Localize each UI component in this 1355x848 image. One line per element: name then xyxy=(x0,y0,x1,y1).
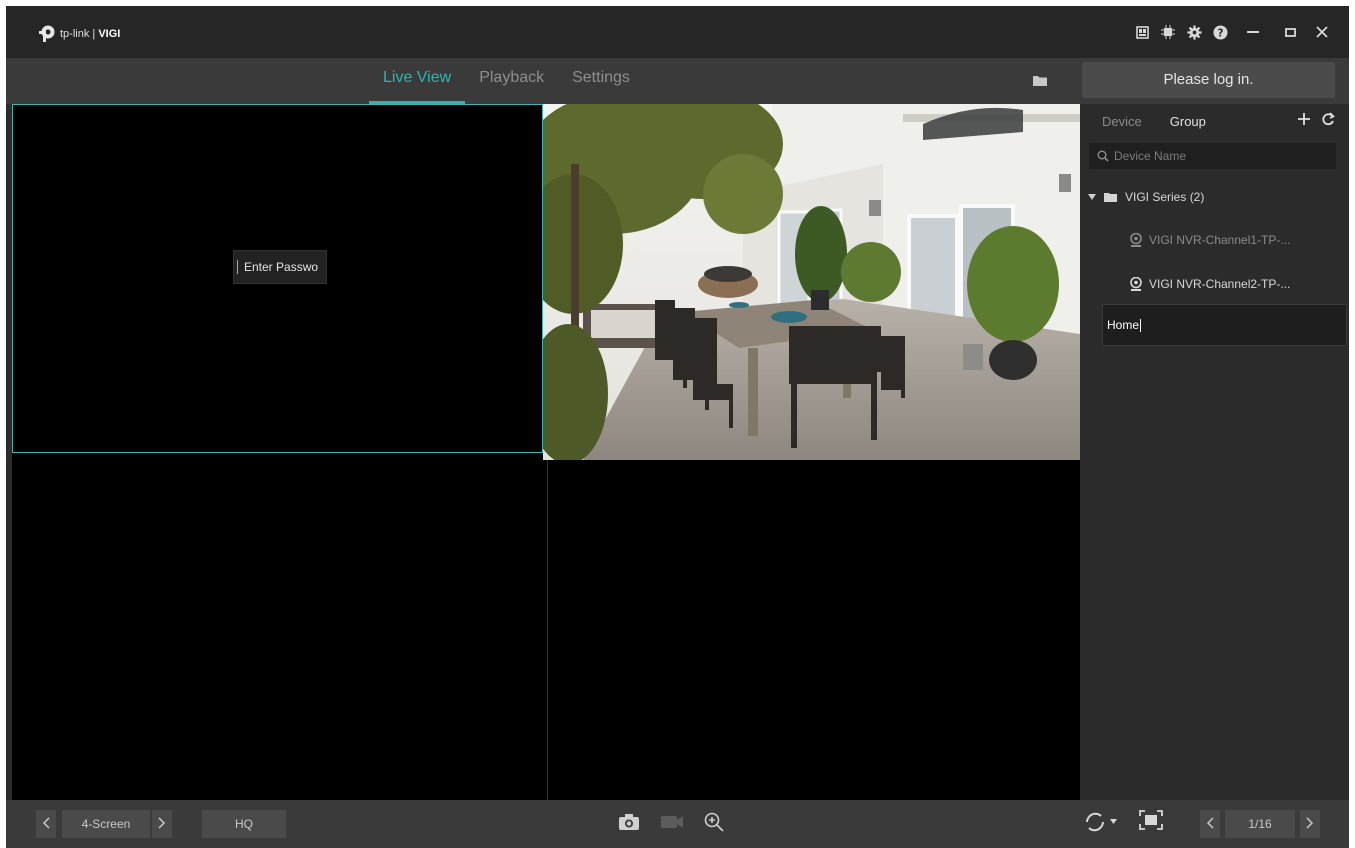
tab-settings[interactable]: Settings xyxy=(558,58,644,104)
caret-down-icon[interactable] xyxy=(1110,819,1117,824)
channel-label: VIGI NVR-Channel2-TP-... xyxy=(1149,277,1291,291)
main-tabs: Live View Playback Settings xyxy=(369,58,644,104)
folder-icon[interactable] xyxy=(1033,74,1047,89)
zoom-icon[interactable] xyxy=(704,812,724,835)
camera-feed-image xyxy=(543,104,1080,460)
device-panel: Device Group VIGI Series (2) VIGI NVR-Ch… xyxy=(1080,104,1349,800)
group-label: VIGI Series (2) xyxy=(1125,190,1205,204)
login-button[interactable]: Please log in. xyxy=(1082,62,1335,98)
svg-text:?: ? xyxy=(1217,27,1223,39)
device-search xyxy=(1089,143,1336,169)
camera-icon xyxy=(1130,233,1142,247)
main-nav-bar: Live View Playback Settings Please log i… xyxy=(6,58,1349,104)
password-prompt[interactable]: Enter Passwo xyxy=(233,250,327,284)
window-controls: ? xyxy=(1129,20,1337,44)
minimize-icon[interactable] xyxy=(1233,20,1273,44)
page-indicator: 1/16 xyxy=(1225,810,1295,838)
chevron-right-icon xyxy=(158,817,166,829)
tab-group[interactable]: Group xyxy=(1170,114,1206,129)
device-search-input[interactable] xyxy=(1114,149,1334,163)
plus-icon[interactable] xyxy=(1297,110,1311,131)
snapshot-icon[interactable] xyxy=(618,813,640,834)
record-icon[interactable] xyxy=(660,814,684,833)
bottom-toolbar: 4-Screen HQ 1/16 xyxy=(6,800,1349,848)
tree-group-vigi-series[interactable]: VIGI Series (2) xyxy=(1088,190,1204,204)
group-name-input[interactable]: Home xyxy=(1102,304,1347,346)
layout-icon[interactable] xyxy=(1129,20,1155,44)
title-bar: tp-link | VIGI ? xyxy=(6,6,1349,58)
tree-item-channel-1[interactable]: VIGI NVR-Channel1-TP-... xyxy=(1130,233,1290,247)
video-pane-2[interactable] xyxy=(543,104,1080,460)
app-logo: tp-link | VIGI xyxy=(36,24,120,44)
next-page-button[interactable] xyxy=(1300,810,1320,838)
panel-actions xyxy=(1297,110,1335,131)
video-pane-3[interactable] xyxy=(12,460,547,800)
chevron-left-icon xyxy=(1206,817,1214,829)
tab-live-view[interactable]: Live View xyxy=(369,58,466,104)
close-icon[interactable] xyxy=(1307,20,1337,44)
previous-page-button[interactable] xyxy=(1200,810,1220,838)
view-tools xyxy=(1084,810,1163,833)
tree-item-channel-2[interactable]: VIGI NVR-Channel2-TP-... xyxy=(1130,277,1290,291)
video-pane-1[interactable]: Enter Passwo xyxy=(12,104,543,453)
video-pane-4[interactable] xyxy=(548,460,1080,800)
app-brand: tp-link | VIGI xyxy=(60,28,121,40)
live-view-grid: Enter Passwo xyxy=(12,104,1080,800)
caret-down-icon[interactable] xyxy=(1088,194,1096,200)
fullscreen-icon[interactable] xyxy=(1139,810,1163,833)
help-icon[interactable]: ? xyxy=(1207,20,1233,44)
cycle-icon[interactable] xyxy=(1084,811,1117,833)
maximize-icon[interactable] xyxy=(1273,20,1307,44)
tp-link-logo-icon xyxy=(39,25,55,42)
folder-icon xyxy=(1104,193,1117,202)
search-icon xyxy=(1097,150,1109,162)
chevron-left-icon xyxy=(42,817,50,829)
cpu-icon[interactable] xyxy=(1155,20,1181,44)
panel-tabs: Device Group xyxy=(1102,114,1206,129)
vigi-app-window: tp-link | VIGI ? Live View Playback Sett… xyxy=(6,6,1349,848)
layout-label[interactable]: 4-Screen xyxy=(62,810,150,838)
quality-button[interactable]: HQ xyxy=(202,810,286,838)
gear-icon[interactable] xyxy=(1181,20,1207,44)
next-layout-button[interactable] xyxy=(152,810,172,838)
capture-tools xyxy=(618,812,724,835)
tab-device[interactable]: Device xyxy=(1102,114,1142,129)
chevron-right-icon xyxy=(1306,817,1314,829)
previous-layout-button[interactable] xyxy=(36,810,56,838)
tab-playback[interactable]: Playback xyxy=(465,58,558,104)
refresh-icon[interactable] xyxy=(1321,110,1335,131)
camera-icon xyxy=(1130,277,1142,291)
channel-label: VIGI NVR-Channel1-TP-... xyxy=(1149,233,1291,247)
